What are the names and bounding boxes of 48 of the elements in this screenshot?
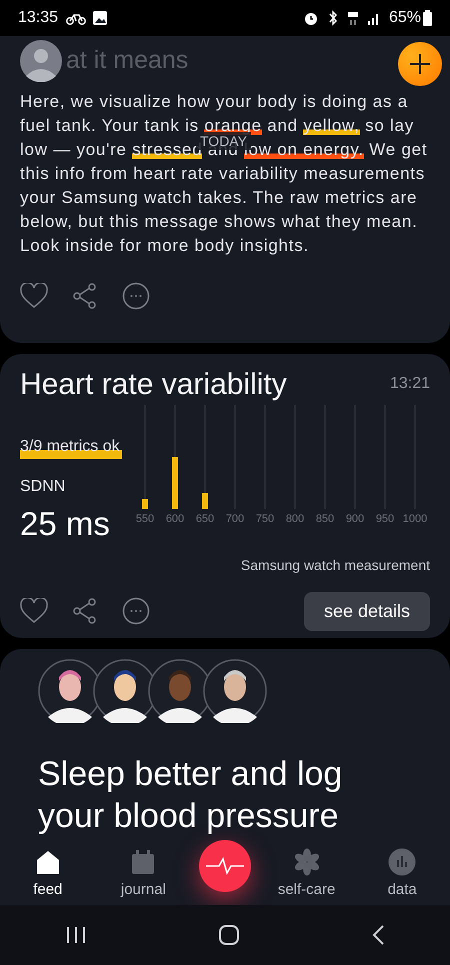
bluetooth-icon: [326, 10, 339, 26]
clock-text: 13:35: [18, 8, 58, 28]
back-icon[interactable]: [370, 924, 385, 946]
nav-tab[interactable]: feed: [8, 848, 88, 902]
card-title: at it means: [66, 45, 188, 76]
image-icon: [92, 10, 108, 26]
axis-label: 800: [284, 512, 306, 527]
nav-tab[interactable]: journal: [103, 848, 184, 902]
axis-label: 900: [344, 512, 366, 527]
axis-label: 550: [134, 512, 156, 527]
share-icon[interactable]: [72, 283, 98, 309]
heartbeat-icon: [204, 856, 245, 876]
axis-label: 650: [194, 512, 216, 527]
axis-label: 1000: [402, 512, 428, 527]
histogram-bar: [142, 499, 148, 509]
source-text: Samsung watch measurement: [240, 556, 430, 575]
plus-icon: [408, 52, 432, 76]
nav-tab[interactable]: data: [362, 848, 442, 902]
signal-icon: [366, 11, 381, 25]
more-icon[interactable]: [122, 282, 150, 310]
axis-label: 700: [224, 512, 246, 527]
share-icon[interactable]: [72, 598, 98, 624]
more-icon[interactable]: [122, 597, 150, 625]
metric-value: 25 ms: [20, 504, 111, 544]
avatar-icon[interactable]: [20, 40, 62, 82]
histogram-bar: [202, 493, 208, 509]
nav-tab[interactable]: self-care: [266, 848, 347, 902]
bar-chart-icon: [388, 848, 416, 876]
metric-name: SDNN: [20, 477, 66, 497]
alarm-icon: [302, 10, 319, 26]
add-button[interactable]: [398, 42, 442, 86]
time-text: 13:21: [390, 374, 430, 394]
axis-label: 850: [314, 512, 336, 527]
heart-icon[interactable]: [20, 598, 48, 624]
recent-apps-icon[interactable]: [65, 925, 88, 945]
details-button[interactable]: see details: [304, 592, 430, 630]
histogram-bar: [172, 457, 178, 509]
axis-label: 950: [374, 512, 396, 527]
battery-text: 65%: [388, 8, 421, 28]
person-avatar-icon: [203, 659, 267, 723]
card-title: Heart rate variability: [20, 368, 287, 401]
axis-label: 600: [164, 512, 186, 527]
promo-title: Sleep better and log your blood pressure: [38, 754, 344, 837]
axis-label: 750: [254, 512, 276, 527]
battery-icon: [423, 10, 432, 26]
heart-icon[interactable]: [20, 283, 48, 309]
home-button-icon[interactable]: [218, 924, 240, 946]
flower-icon: [292, 848, 321, 876]
